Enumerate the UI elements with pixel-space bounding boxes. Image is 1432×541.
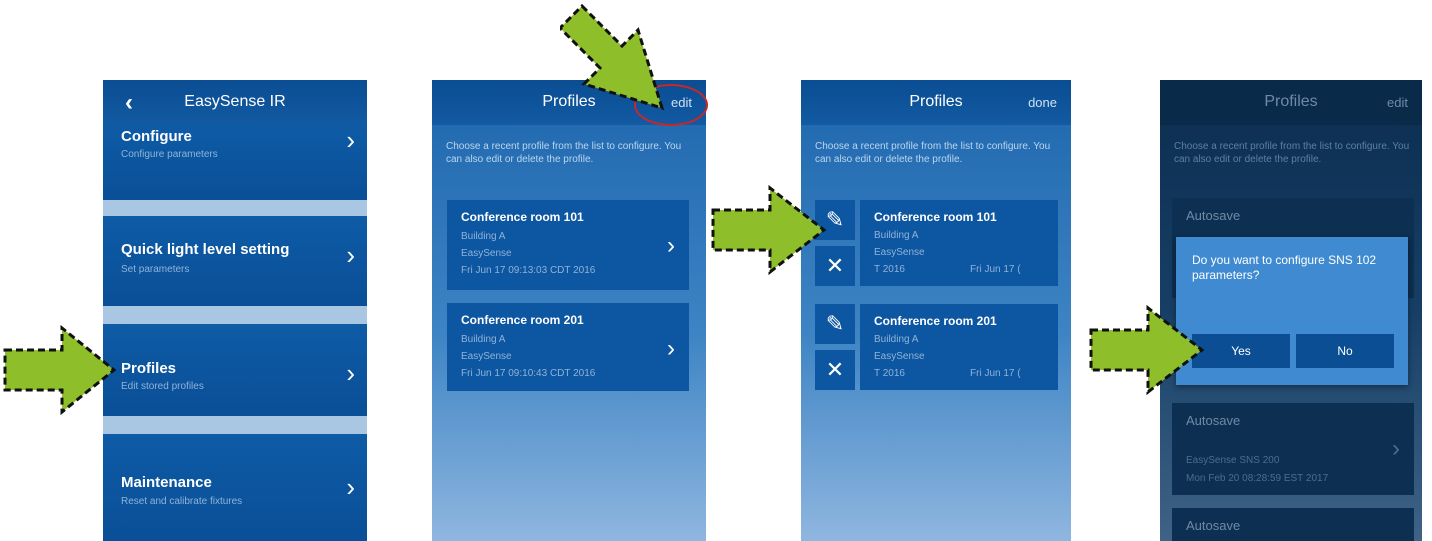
menu-item-configure[interactable]: Configure Configure parameters › bbox=[103, 125, 367, 200]
profile-building: Building A bbox=[874, 230, 919, 241]
top-bar: Profiles done bbox=[801, 80, 1071, 125]
profile-name: Conference room 101 bbox=[874, 210, 997, 224]
menu-item-title: Configure bbox=[121, 128, 192, 145]
instructions-text: Choose a recent profile from the list to… bbox=[815, 141, 1051, 165]
menu-item-title: Maintenance bbox=[121, 474, 212, 491]
divider bbox=[103, 200, 367, 216]
divider bbox=[103, 306, 367, 324]
menu-item-subtitle: Configure parameters bbox=[121, 149, 218, 160]
chevron-right-icon: › bbox=[346, 358, 355, 388]
profile-device: EasySense SNS 200 bbox=[1186, 455, 1280, 466]
profile-card[interactable]: Conference room 201 Building A EasySense… bbox=[860, 304, 1058, 390]
menu-item-title: Profiles bbox=[121, 360, 177, 377]
screen-easysense-menu: ‹ EasySense IR Configure Configure param… bbox=[103, 80, 367, 541]
menu-item-title: Quick light level setting bbox=[121, 241, 290, 258]
instructions-text: Choose a recent profile from the list to… bbox=[446, 141, 682, 165]
profile-date-left: T 2016 bbox=[874, 264, 905, 275]
chevron-right-icon: › bbox=[667, 335, 675, 362]
green-arrow-icon bbox=[711, 184, 827, 276]
profile-card[interactable]: Autosave bbox=[1172, 508, 1414, 541]
menu-item-subtitle: Set parameters bbox=[121, 264, 190, 275]
top-bar: ‹ EasySense IR bbox=[103, 80, 367, 125]
profile-date-left: T 2016 bbox=[874, 368, 905, 379]
chevron-right-icon: › bbox=[1392, 435, 1400, 462]
no-button[interactable]: No bbox=[1296, 334, 1394, 368]
top-bar: Profiles edit bbox=[1160, 80, 1422, 125]
dialog-question: Do you want to configure SNS 102 paramet… bbox=[1192, 253, 1377, 282]
profile-type: EasySense bbox=[461, 248, 512, 259]
profile-name: Autosave bbox=[1186, 413, 1241, 428]
confirm-dialog: Do you want to configure SNS 102 paramet… bbox=[1176, 237, 1408, 385]
menu-item-profiles[interactable]: Profiles Edit stored profiles › bbox=[103, 324, 367, 416]
profile-name: Conference room 201 bbox=[874, 314, 997, 328]
profile-building: Building A bbox=[874, 334, 919, 345]
chevron-right-icon: › bbox=[346, 472, 355, 502]
green-arrow-icon bbox=[3, 324, 117, 416]
divider bbox=[103, 416, 367, 434]
menu-item-subtitle: Edit stored profiles bbox=[121, 381, 204, 392]
profile-building: Building A bbox=[461, 334, 506, 345]
profile-card[interactable]: Conference room 101 Building A EasySense… bbox=[447, 200, 689, 290]
profile-card[interactable]: Conference room 201 Building A EasySense… bbox=[447, 303, 689, 391]
profile-date-right: Fri Jun 17 ( bbox=[970, 264, 1021, 275]
chevron-right-icon: › bbox=[667, 232, 675, 259]
profile-name: Conference room 201 bbox=[461, 313, 584, 327]
menu-item-quick-light-level[interactable]: Quick light level setting Set parameters… bbox=[103, 216, 367, 306]
instructions-text: Choose a recent profile from the list to… bbox=[1174, 141, 1410, 165]
done-button[interactable]: done bbox=[1028, 95, 1057, 110]
delete-icon[interactable]: ✕ bbox=[815, 350, 855, 390]
profile-date: Fri Jun 17 09:10:43 CDT 2016 bbox=[461, 368, 596, 379]
screen-profiles-edit-mode: Profiles done Choose a recent profile fr… bbox=[801, 80, 1071, 541]
profile-date: Mon Feb 20 08:28:59 EST 2017 bbox=[1186, 473, 1329, 484]
profile-date: Fri Jun 17 09:13:03 CDT 2016 bbox=[461, 265, 596, 276]
profile-type: EasySense bbox=[874, 351, 925, 362]
profile-name: Autosave bbox=[1186, 208, 1241, 223]
profile-building: Building A bbox=[461, 231, 506, 242]
pencil-icon[interactable]: ✎ bbox=[815, 304, 855, 344]
app-title: EasySense IR bbox=[184, 93, 286, 110]
green-arrow-icon bbox=[1089, 304, 1205, 396]
profile-card[interactable]: Autosave EasySense SNS 200 Mon Feb 20 08… bbox=[1172, 403, 1414, 495]
screen-profiles: Profiles edit Choose a recent profile fr… bbox=[432, 80, 706, 541]
profile-card[interactable]: Conference room 101 Building A EasySense… bbox=[860, 200, 1058, 286]
page-title: Profiles bbox=[1264, 93, 1318, 110]
profile-name: Conference room 101 bbox=[461, 210, 584, 224]
menu-item-maintenance[interactable]: Maintenance Reset and calibrate fixtures… bbox=[103, 434, 367, 541]
profile-date-right: Fri Jun 17 ( bbox=[970, 368, 1021, 379]
chevron-right-icon: › bbox=[346, 240, 355, 270]
profile-name: Autosave bbox=[1186, 518, 1241, 533]
menu-item-subtitle: Reset and calibrate fixtures bbox=[121, 496, 243, 507]
profile-type: EasySense bbox=[461, 351, 512, 362]
profile-type: EasySense bbox=[874, 247, 925, 258]
edit-button[interactable]: edit bbox=[1387, 95, 1408, 110]
chevron-right-icon: › bbox=[346, 125, 355, 155]
green-arrow-icon bbox=[560, 3, 665, 111]
